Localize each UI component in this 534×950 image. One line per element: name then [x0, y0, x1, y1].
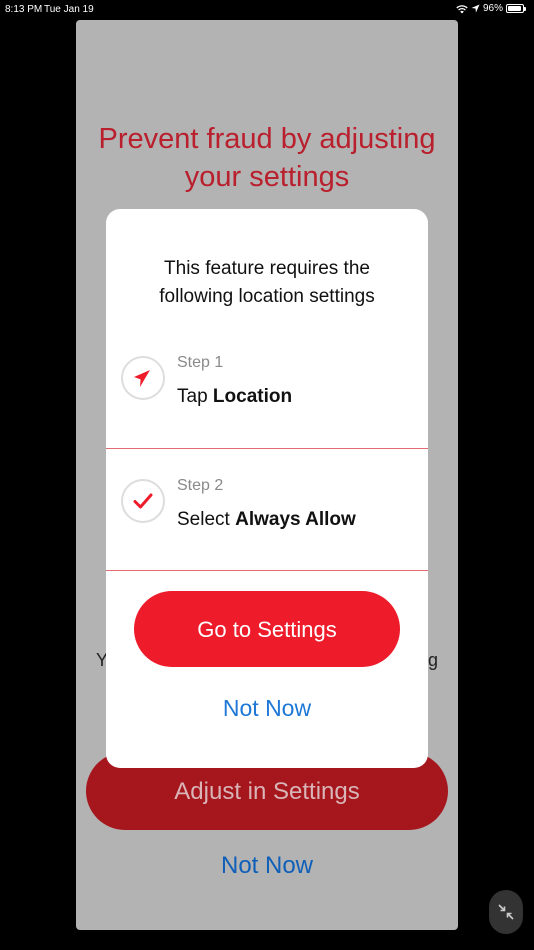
app-screen: 8:13 PM Tue Jan 19 96% Prevent fraud by …: [0, 0, 534, 950]
status-bar: 8:13 PM Tue Jan 19 96%: [0, 0, 534, 20]
sheet-title: Prevent fraud by adjusting your settings: [98, 123, 436, 193]
status-date: Tue Jan 19: [44, 4, 94, 15]
go-to-settings-button[interactable]: Go to Settings: [134, 591, 400, 667]
status-time: 8:13 PM: [5, 4, 43, 15]
step-1-text: Tap Location: [177, 386, 292, 408]
step-row-1: Step 1 Tap Location: [106, 326, 428, 449]
location-status-icon: [471, 4, 480, 13]
step-1-label: Step 1: [177, 354, 224, 371]
step-1-emphasis: Location: [212, 386, 293, 407]
step-row-2: Step 2 Select Always Allow: [106, 449, 428, 571]
location-settings-dialog: This feature requires the following loca…: [106, 209, 428, 768]
step-1-prefix: Tap: [177, 386, 213, 407]
battery-icon: [506, 4, 526, 13]
dialog-not-now-link[interactable]: Not Now: [106, 695, 428, 722]
dialog-title: This feature requires the following loca…: [159, 258, 375, 307]
location-arrow-icon: [134, 370, 150, 387]
collapse-arrows-icon: [498, 904, 514, 920]
status-indicators: 96%: [456, 3, 526, 14]
step-1-icon-container: [121, 356, 165, 400]
battery-percentage: 96%: [482, 3, 503, 14]
step-2-prefix: Select: [177, 509, 236, 530]
wifi-icon: [456, 4, 468, 13]
step-2-text: Select Always Allow: [177, 509, 356, 531]
sheet-text-right-fragment: g: [427, 650, 438, 670]
checkmark-icon: [133, 493, 153, 509]
step-2-emphasis: Always Allow: [235, 509, 356, 530]
sheet-not-now-link[interactable]: Not Now: [76, 852, 458, 880]
step-2-label: Step 2: [177, 477, 224, 494]
step-2-icon-container: [121, 479, 165, 523]
collapse-button[interactable]: [489, 890, 523, 934]
